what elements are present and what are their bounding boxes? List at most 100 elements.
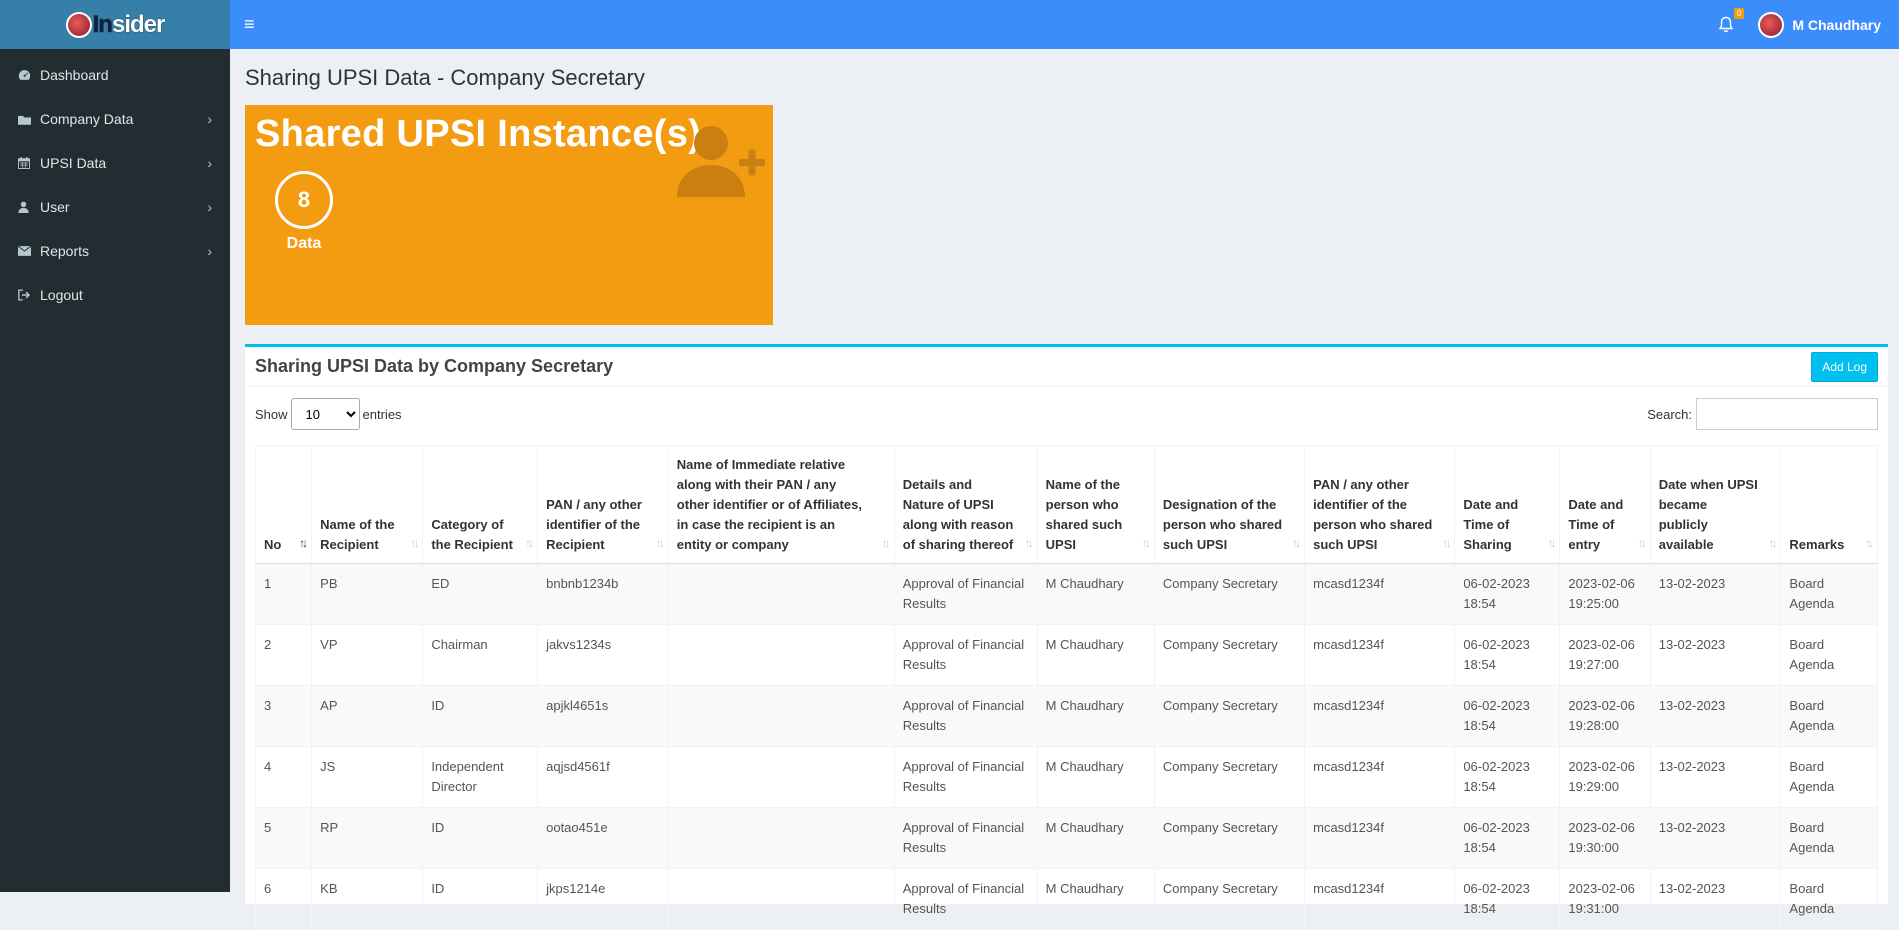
column-header-shared-by-pan[interactable]: PAN / any other identifier of the person…	[1304, 445, 1456, 564]
table-cell: mcasd1234f	[1304, 563, 1456, 625]
table-cell: 13-02-2023	[1649, 868, 1782, 930]
table-cell: Company Secretary	[1153, 685, 1306, 747]
table-cell: Independent Director	[422, 746, 539, 808]
table-cell: 06-02-2023 18:54	[1454, 563, 1561, 625]
table-cell: 06-02-2023 18:54	[1454, 746, 1561, 808]
dashboard-icon	[18, 69, 40, 81]
column-header-recipient-name[interactable]: Name of the Recipient ↑↓	[311, 445, 424, 564]
column-header-date-of-entry[interactable]: Date and Time of entry ↑↓	[1559, 445, 1651, 564]
sidebar: Insider Dashboard Company Data › UPSI Da…	[0, 0, 230, 892]
folder-icon	[18, 114, 40, 125]
table-cell: PB	[311, 563, 424, 625]
sidebar-item-company-data[interactable]: Company Data ›	[0, 97, 230, 141]
table-cell: Board Agenda	[1780, 807, 1878, 869]
table-cell: Approval of Financial Results	[893, 685, 1038, 747]
logo-text-main: sider	[111, 10, 165, 38]
entries-length-control: Show 10 25 50 100 entries	[255, 398, 402, 430]
table-row: 1 PB ED bnbnb1234b Approval of Financial Res…	[254, 563, 1878, 625]
table-cell: AP	[311, 685, 424, 747]
column-header-recipient-category[interactable]: Category of the Recipient ↑↓	[422, 445, 539, 564]
table-cell: M Chaudhary	[1036, 563, 1155, 625]
entries-length-select[interactable]: 10 25 50 100	[290, 398, 360, 430]
brand-logo[interactable]: Insider	[0, 0, 230, 49]
column-header-shared-by-name[interactable]: Name of the person who shared such UPSI ↑…	[1036, 445, 1155, 564]
sidebar-item-label: Reports	[40, 243, 90, 259]
table-cell: 5	[254, 807, 313, 869]
notification-bell[interactable]: 0	[1718, 7, 1745, 34]
sidebar-item-label: Logout	[40, 287, 83, 303]
table-cell: Company Secretary	[1153, 807, 1306, 869]
column-header-remarks[interactable]: Remarks ↑↓	[1780, 445, 1878, 564]
column-header-public-date[interactable]: Date when UPSI became publicly available…	[1649, 445, 1782, 564]
table-cell: ED	[422, 563, 539, 625]
sort-icon: ↑↓	[1141, 536, 1151, 550]
logout-icon	[18, 289, 40, 301]
column-header-label: Category of the Recipient	[431, 517, 513, 552]
column-header-immediate-relative[interactable]: Name of Immediate relative along with th…	[667, 445, 895, 564]
bell-icon	[1719, 16, 1734, 32]
table-cell	[667, 868, 895, 930]
table-row: 5 RP ID ootao451e Approval of Financial Resu…	[254, 807, 1878, 869]
table-cell: ID	[422, 807, 539, 869]
table-row: 6 KB ID jkps1214e Approval of Financial Resu…	[254, 868, 1878, 930]
sort-icon: ↑↓	[1024, 536, 1034, 550]
table-cell: Board Agenda	[1780, 868, 1878, 930]
sidebar-menu: Dashboard Company Data › UPSI Data › Use…	[0, 49, 230, 317]
table-cell: VP	[311, 624, 424, 686]
table-cell: Board Agenda	[1780, 746, 1878, 808]
table-cell: Approval of Financial Results	[893, 624, 1038, 686]
sidebar-item-dashboard[interactable]: Dashboard	[0, 53, 230, 97]
table-cell: M Chaudhary	[1036, 746, 1155, 808]
top-navbar: ≡ 0 M Chaudhary	[230, 0, 1899, 49]
search-input[interactable]	[1696, 398, 1878, 430]
user-menu[interactable]: M Chaudhary	[1758, 11, 1881, 38]
table-cell: bnbnb1234b	[537, 563, 669, 625]
table-cell: ootao451e	[537, 807, 669, 869]
table-cell: apjkl4651s	[537, 685, 669, 747]
table-cell: 06-02-2023 18:54	[1454, 807, 1561, 869]
sidebar-item-upsi-data[interactable]: UPSI Data ›	[0, 141, 230, 185]
table-cell: M Chaudhary	[1036, 868, 1155, 930]
table-cell	[667, 563, 895, 625]
column-header-upsi-details[interactable]: Details and Nature of UPSI along with re…	[893, 445, 1038, 564]
table-cell: jkps1214e	[537, 868, 669, 930]
table-cell: KB	[311, 868, 424, 930]
table-cell: Approval of Financial Results	[893, 807, 1038, 869]
add-log-button[interactable]: Add Log	[1811, 351, 1878, 382]
table-cell: M Chaudhary	[1036, 624, 1155, 686]
hamburger-menu-icon[interactable]: ≡	[244, 14, 255, 35]
table-cell: 06-02-2023 18:54	[1454, 868, 1561, 930]
table-cell: 06-02-2023 18:54	[1454, 624, 1561, 686]
table-cell: Company Secretary	[1153, 624, 1306, 686]
stat-value: 8	[275, 171, 333, 229]
column-header-shared-by-designation[interactable]: Designation of the person who shared suc…	[1153, 445, 1306, 564]
logo-badge: Insider	[65, 10, 165, 39]
navbar-right: 0 M Chaudhary	[1718, 7, 1881, 38]
user-icon	[18, 201, 40, 213]
table-cell: 2023-02-06 19:30:00	[1559, 807, 1651, 869]
column-header-label: Date and Time of entry	[1568, 497, 1624, 552]
table-cell	[667, 807, 895, 869]
table-controls: Show 10 25 50 100 entries Search:	[245, 387, 1888, 441]
column-header-no[interactable]: No ↑↓	[254, 445, 313, 564]
table-cell: 13-02-2023	[1649, 746, 1782, 808]
sidebar-item-reports[interactable]: Reports ›	[0, 229, 230, 273]
box-title: Sharing UPSI Data by Company Secretary	[255, 356, 614, 376]
table-cell: Approval of Financial Results	[893, 563, 1038, 625]
column-header-date-of-sharing[interactable]: Date and Time of Sharing ↑↓	[1454, 445, 1561, 564]
sidebar-item-logout[interactable]: Logout	[0, 273, 230, 317]
column-header-label: Details and Nature of UPSI along with re…	[902, 477, 1014, 552]
sort-icon: ↑↓	[655, 536, 665, 550]
stat-box-shared-upsi: Shared UPSI Instance(s) 8 Data	[245, 105, 773, 325]
sort-asc-icon: ↑↓	[299, 536, 308, 550]
sidebar-item-user[interactable]: User ›	[0, 185, 230, 229]
table-cell: JS	[311, 746, 424, 808]
table-header-row: No ↑↓ Name of the Recipient ↑↓ Category of…	[254, 445, 1878, 564]
table-cell: 2023-02-06 19:25:00	[1559, 563, 1651, 625]
table-cell: mcasd1234f	[1304, 807, 1456, 869]
table-cell: Board Agenda	[1780, 624, 1878, 686]
chevron-right-icon: ›	[207, 243, 212, 259]
chevron-right-icon: ›	[207, 199, 212, 215]
column-header-recipient-pan[interactable]: PAN / any other identifier of the Recipi…	[537, 445, 669, 564]
table-cell: Approval of Financial Results	[893, 868, 1038, 930]
